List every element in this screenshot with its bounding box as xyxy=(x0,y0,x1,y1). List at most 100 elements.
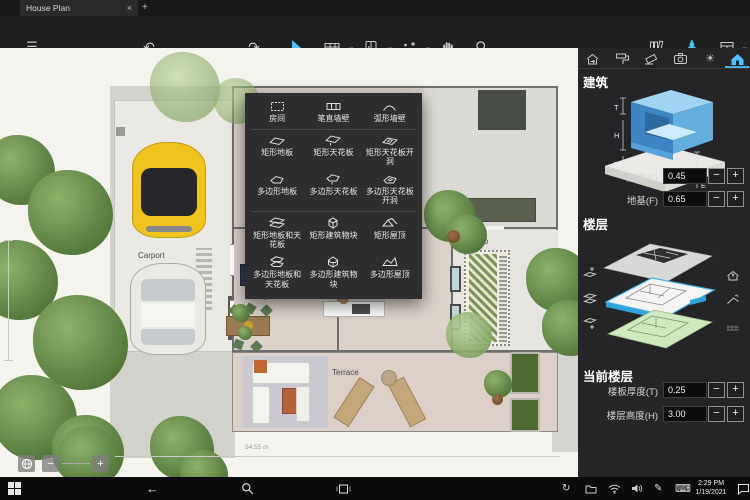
slab-thickness-minus-button[interactable]: − xyxy=(708,382,725,398)
roof-house-icon[interactable] xyxy=(726,268,740,282)
paint-roller-icon[interactable] xyxy=(613,51,631,66)
menu-item-poly-floor-and-ceiling[interactable]: 多边形地板和天花板 xyxy=(249,253,305,292)
tab-title: House Plan xyxy=(26,3,127,13)
planter-box xyxy=(510,352,540,394)
menu-item-straight-wall[interactable]: 笔直墙壁 xyxy=(305,98,361,127)
foundation-minus-button[interactable]: − xyxy=(708,191,725,207)
task-view-icon[interactable] xyxy=(336,480,351,497)
poly-floor-and-ceiling-icon xyxy=(269,256,285,268)
window xyxy=(230,244,234,276)
slab-thickness-label: 楼板厚度(T) xyxy=(608,384,658,398)
menu-item-rect-floor-and-ceiling[interactable]: 矩形地板和天花板 xyxy=(249,214,305,253)
add-floor-below-icon[interactable] xyxy=(583,316,597,330)
document-tab[interactable]: House Plan × xyxy=(20,0,138,16)
roof-slope-icon[interactable] xyxy=(726,293,740,307)
zoom-out-button[interactable]: − xyxy=(42,455,59,472)
window xyxy=(450,266,461,292)
view-3d-globe-button[interactable] xyxy=(18,455,35,472)
new-tab-button[interactable]: + xyxy=(142,2,148,13)
sun-brightness-icon[interactable]: ☀ xyxy=(701,51,719,66)
bush xyxy=(238,326,252,340)
rect-floor-icon xyxy=(269,135,285,146)
action-center-icon[interactable] xyxy=(737,480,750,497)
tree xyxy=(150,52,220,122)
close-tab-icon[interactable]: × xyxy=(127,3,132,13)
car-roof xyxy=(141,168,197,216)
plant-pot xyxy=(492,394,503,405)
poly-building-block-icon xyxy=(326,256,340,268)
menu-item-poly-ceiling-opening[interactable]: 多边形天花板开洞 xyxy=(362,171,418,209)
floor-height-plus-button[interactable]: + xyxy=(727,406,744,422)
start-button-icon[interactable] xyxy=(8,480,21,497)
zoom-in-button[interactable]: + xyxy=(92,455,109,472)
menu-item-room[interactable]: 房间 xyxy=(249,98,305,127)
rect-ceiling-icon xyxy=(325,135,341,146)
add-floor-above-icon[interactable] xyxy=(583,266,597,280)
rect-building-block-icon xyxy=(326,217,340,229)
camera-icon[interactable] xyxy=(671,51,689,66)
menu-item-poly-building-block[interactable]: 多边形建筑物块 xyxy=(305,253,361,292)
menu-item-poly-roof[interactable]: 多边形屋顶 xyxy=(362,253,418,292)
building-settings-home-icon[interactable] xyxy=(728,51,746,66)
floor-height-minus-button[interactable]: − xyxy=(708,406,725,422)
yellow-car xyxy=(130,142,208,238)
tree xyxy=(446,312,492,358)
properties-panel: ☀ 建筑 T H F E xyxy=(578,48,750,477)
car-windshield xyxy=(141,279,195,301)
menu-item-arc-wall[interactable]: 弧形墙壁 xyxy=(362,98,418,127)
back-button-icon[interactable]: ← xyxy=(146,480,159,497)
menu-item-poly-ceiling[interactable]: 多边形天花板 xyxy=(305,171,361,209)
elevation-input[interactable]: 0.45 xyxy=(663,168,707,184)
sync-tray-icon[interactable]: ↻ xyxy=(562,480,570,497)
pen-tray-icon[interactable]: ✎ xyxy=(654,480,662,497)
elevation-label: 高程(E) xyxy=(626,170,658,184)
car-bumper xyxy=(146,226,192,232)
wifi-icon[interactable] xyxy=(608,480,621,497)
zoom-slider[interactable] xyxy=(62,463,90,464)
diagram-label-t: T xyxy=(614,103,619,112)
outdoor-chair xyxy=(296,386,310,422)
tree xyxy=(33,295,128,390)
floor-height-input[interactable]: 3.00 xyxy=(663,406,707,422)
menu-item-rect-ceiling-opening[interactable]: 矩形天花板开洞 xyxy=(362,132,418,170)
cushion xyxy=(254,360,267,373)
menu-item-rect-ceiling[interactable]: 矩形天花板 xyxy=(305,132,361,170)
rect-ceiling-opening-icon xyxy=(382,135,398,146)
menu-item-rect-building-block[interactable]: 矩形建筑物块 xyxy=(305,214,361,253)
taskbar-search-icon[interactable] xyxy=(241,480,254,497)
slab-thickness-plus-button[interactable]: + xyxy=(727,382,744,398)
volume-icon[interactable] xyxy=(631,480,643,497)
foundation-plus-button[interactable]: + xyxy=(727,191,744,207)
duplicate-floor-icon[interactable] xyxy=(583,291,597,305)
folder-tray-icon[interactable] xyxy=(585,480,597,497)
menu-item-poly-floor[interactable]: 多边形地板 xyxy=(249,171,305,209)
taskbar-clock[interactable]: 2:29 PM 1/19/2021 xyxy=(688,480,734,497)
toolbar: ☰ ↶ ↷ ⌄ ⌄ ⌄ ♟ xyxy=(0,16,750,48)
room-label-carport: Carport xyxy=(138,251,165,260)
clock-date: 1/19/2021 xyxy=(688,489,734,498)
menu-divider xyxy=(251,129,416,130)
slab-thickness-input[interactable]: 0.25 xyxy=(663,382,707,398)
eraser-icon[interactable] xyxy=(641,51,659,66)
furniture-mode-icon[interactable] xyxy=(583,51,601,66)
floor-height-field-row: 楼层高度(H) 3.00 − + xyxy=(578,406,746,422)
elevation-minus-button[interactable]: − xyxy=(708,168,725,184)
room-label-terrace: Terrace xyxy=(332,368,359,377)
dimension-tick xyxy=(4,360,13,361)
straight-wall-icon xyxy=(326,101,341,112)
menu-item-rect-roof[interactable]: 矩形屋顶 xyxy=(362,214,418,253)
menu-item-rect-floor[interactable]: 矩形地板 xyxy=(249,132,305,170)
panel-divider xyxy=(578,68,750,69)
foundation-input[interactable]: 0.65 xyxy=(663,191,707,207)
floors-stack[interactable] xyxy=(598,238,720,356)
patio-deck-edge xyxy=(499,254,507,342)
dimension-label: 54.55 m xyxy=(245,444,269,451)
carport-post xyxy=(116,127,125,136)
elevation-plus-button[interactable]: + xyxy=(727,168,744,184)
fence-icon[interactable] xyxy=(726,320,740,334)
app-window: House Plan × + ☰ ↶ ↷ ⌄ ⌄ ⌄ xyxy=(0,0,750,500)
plan-canvas[interactable]: Carport Living 30.0 m² Dining Kitchen 26… xyxy=(0,48,578,477)
dimension-tick xyxy=(4,240,13,241)
floor-card-lower[interactable] xyxy=(608,310,712,348)
floors-section-title: 楼层 xyxy=(583,214,608,233)
